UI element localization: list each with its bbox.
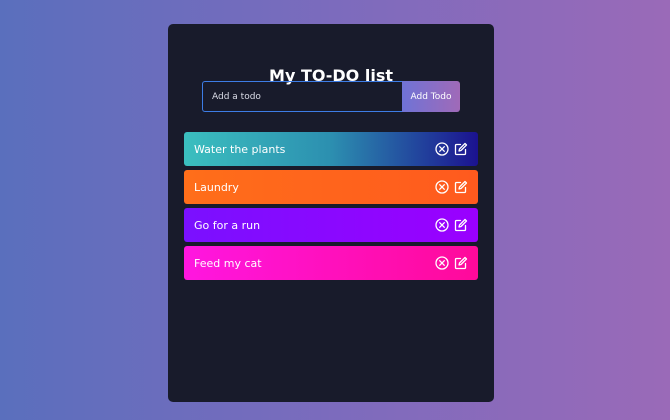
- todo-item-actions: [435, 180, 468, 194]
- edit-icon[interactable]: [454, 142, 468, 156]
- add-todo-button[interactable]: Add Todo: [402, 81, 460, 112]
- todo-item: Laundry: [184, 170, 478, 204]
- circle-x-icon[interactable]: [435, 218, 449, 232]
- todo-app-panel: My TO-DO list Add Todo Water the plants …: [168, 24, 494, 402]
- edit-icon[interactable]: [454, 218, 468, 232]
- circle-x-icon[interactable]: [435, 256, 449, 270]
- todo-item-label: Water the plants: [194, 142, 286, 156]
- todo-item-label: Laundry: [194, 180, 239, 194]
- todo-item-actions: [435, 256, 468, 270]
- todo-item: Feed my cat: [184, 246, 478, 280]
- todo-input[interactable]: [202, 81, 402, 112]
- todo-item-actions: [435, 142, 468, 156]
- todo-list: Water the plants Laundry Go for a run Fe…: [184, 132, 478, 284]
- edit-icon[interactable]: [454, 180, 468, 194]
- todo-item: Go for a run: [184, 208, 478, 242]
- todo-item-label: Feed my cat: [194, 256, 262, 270]
- circle-x-icon[interactable]: [435, 142, 449, 156]
- add-todo-form: Add Todo: [202, 81, 460, 112]
- todo-item-actions: [435, 218, 468, 232]
- edit-icon[interactable]: [454, 256, 468, 270]
- todo-item-label: Go for a run: [194, 218, 261, 232]
- circle-x-icon[interactable]: [435, 180, 449, 194]
- todo-item: Water the plants: [184, 132, 478, 166]
